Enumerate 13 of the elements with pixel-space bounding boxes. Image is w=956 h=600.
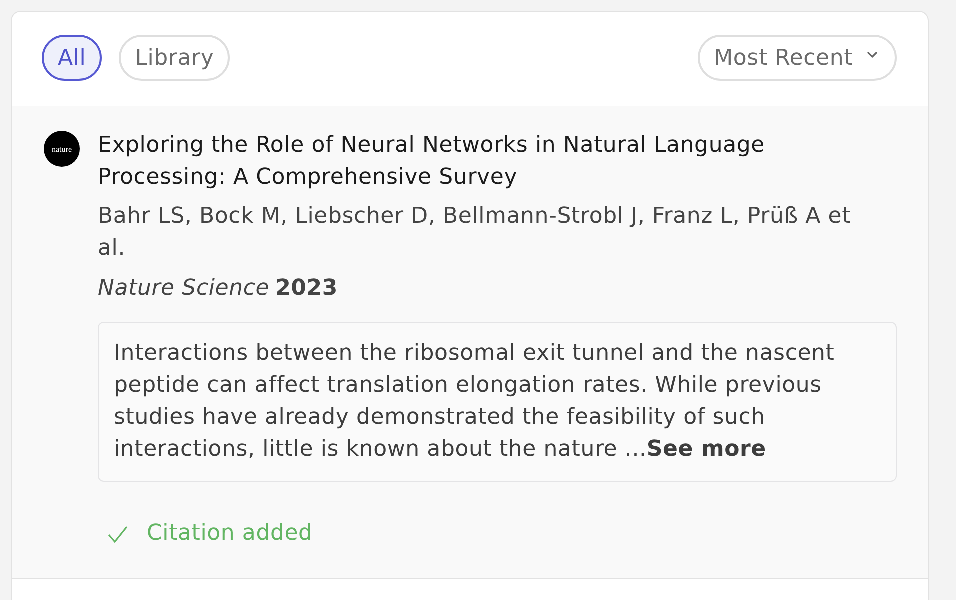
journal-name: Nature Science — [98, 275, 270, 303]
checkmark-icon — [108, 526, 128, 542]
filter-tab[interactable]: All — [42, 35, 102, 81]
see-more-link[interactable]: See more — [646, 437, 766, 462]
citation-status: Citation added — [147, 520, 313, 548]
publication-year: 2023 — [276, 275, 338, 303]
article-title[interactable]: Exploring the Role of Neural Networks in Natural Language Processing: A Comprehensive Survey — [98, 130, 897, 194]
abstract-text: Interactions between the ribosomal exit tunnel and the nascent peptide can affect translation elongation rates. While previous studies have already demonstrated the feasibility of such interactions, little is known about the nature ...See more — [114, 340, 836, 464]
journal-logo: nature — [44, 131, 80, 167]
author-list: Bahr LS, Bock M, Liebscher D, Bellmann-Strobl J, Franz L, Prüß A et al. — [98, 201, 897, 265]
sort-dropdown[interactable]: Most Recent — [698, 35, 897, 81]
filter-tab[interactable]: Library — [119, 35, 230, 81]
chevron-down-icon — [867, 52, 878, 58]
